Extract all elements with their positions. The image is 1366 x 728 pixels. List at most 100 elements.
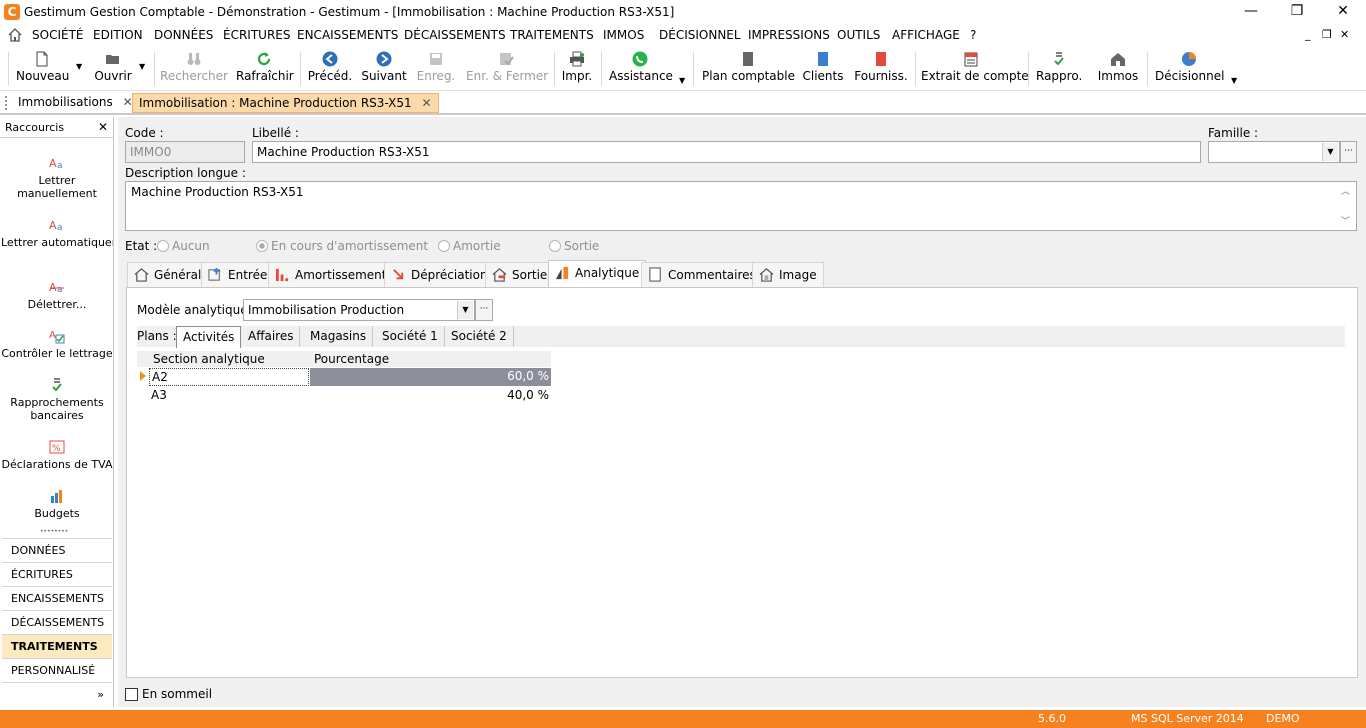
open-folder-icon [106, 55, 119, 64]
mdi-restore-button[interactable]: ❐ [1322, 28, 1332, 41]
tab-entree[interactable]: Entrée [201, 262, 275, 287]
tab-general[interactable]: Général [127, 262, 209, 287]
plan-tab-magasins[interactable]: Magasins [304, 326, 374, 347]
grid-header-section[interactable]: Section analytique [153, 352, 265, 366]
scroll-down-icon[interactable]: ﹀ [1341, 214, 1350, 227]
nav-ecritures[interactable]: ÉCRITURES [2, 562, 112, 586]
famille-select[interactable] [1208, 141, 1340, 163]
close-window-button[interactable]: ✕ [1320, 0, 1366, 24]
tab-amortissement[interactable]: Amortissement [268, 262, 394, 287]
shortcut-declarations-tva[interactable]: % Déclarations de TVA [0, 439, 114, 471]
suivant-button[interactable]: Suivant [361, 48, 407, 90]
menu-help[interactable]: ? [970, 28, 976, 42]
cell-pourcentage[interactable]: 40,0 % [310, 388, 551, 402]
mdi-close-button[interactable]: ✕ [1340, 28, 1349, 41]
menu-traitements[interactable]: TRAITEMENTS [510, 28, 594, 42]
enregistrer-fermer-button[interactable]: Enr. & Fermer [466, 48, 548, 90]
maximize-button[interactable]: ❐ [1274, 0, 1320, 24]
plan-comptable-button[interactable]: Plan comptable [702, 48, 795, 90]
sidebar-close-icon[interactable]: ✕ [98, 120, 108, 134]
tab-immobilisation-machine[interactable]: Immobilisation : Machine Production RS3-… [132, 93, 439, 113]
menu-societe[interactable]: SOCIÉTÉ [32, 28, 83, 42]
nav-decaissements[interactable]: DÉCAISSEMENTS [2, 610, 112, 634]
menu-impressions[interactable]: IMPRESSIONS [748, 28, 830, 42]
code-field[interactable]: IMMO0 [125, 141, 245, 163]
nouveau-dropdown-icon[interactable]: ▼ [76, 62, 82, 71]
tab-analytique[interactable]: Analytique [548, 260, 647, 288]
ouvrir-button[interactable]: Ouvrir [90, 48, 136, 90]
tab-depreciation[interactable]: Dépréciation [384, 262, 495, 287]
arrow-right-icon [376, 51, 392, 67]
fournisseurs-button[interactable]: Fourniss. [853, 48, 909, 90]
ouvrir-dropdown-icon[interactable]: ▼ [139, 62, 145, 71]
rapprochement-button[interactable]: Rappro. [1036, 48, 1082, 90]
famille-browse-button[interactable]: ··· [1340, 141, 1357, 163]
mdi-minimize-button[interactable]: _ [1305, 28, 1311, 41]
plan-tab-societe2[interactable]: Société 2 [445, 326, 514, 347]
svg-text:A: A [49, 157, 57, 170]
minimize-button[interactable]: — [1228, 0, 1274, 24]
enregistrer-button[interactable]: Enreg. [416, 48, 456, 90]
rechercher-button[interactable]: Rechercher [160, 48, 228, 90]
plan-tab-affaires[interactable]: Affaires [242, 326, 301, 347]
tab-sortie[interactable]: Sortie [485, 262, 555, 287]
nav-personnalise[interactable]: PERSONNALISÉ [2, 658, 112, 682]
menu-outils[interactable]: OUTILS [837, 28, 880, 42]
tab-image[interactable]: Image [752, 262, 824, 287]
menu-donnees[interactable]: DONNÉES [154, 28, 213, 42]
menu-decaissements[interactable]: DÉCAISSEMENTS [404, 28, 506, 42]
svg-text:a: a [57, 223, 63, 233]
menu-affichage[interactable]: AFFICHAGE [892, 28, 960, 42]
new-document-icon [36, 51, 48, 67]
en-sommeil-checkbox[interactable] [125, 688, 138, 701]
clients-button[interactable]: Clients [801, 48, 845, 90]
modele-dropdown-icon[interactable]: ▼ [457, 301, 473, 319]
nav-donnees[interactable]: DONNÉES [2, 538, 112, 562]
cell-section[interactable]: A2 [149, 368, 309, 386]
cell-pourcentage[interactable]: 60,0 % [310, 368, 551, 386]
sidebar-more-dots[interactable]: •••••••• [40, 528, 68, 535]
tab-commentaires[interactable]: Commentaires [641, 262, 763, 287]
modele-browse-button[interactable]: ··· [475, 299, 493, 321]
etat-radio-amortie[interactable]: Amortie [438, 239, 501, 253]
menu-decisionnel[interactable]: DÉCISIONNEL [659, 28, 741, 42]
etat-radio-en-cours[interactable]: En cours d'amortissement [256, 239, 428, 253]
menu-edition[interactable]: EDITION [93, 28, 143, 42]
menu-encaissements[interactable]: ENCAISSEMENTS [297, 28, 398, 42]
etat-radio-aucun[interactable]: Aucun [157, 239, 210, 253]
nouveau-button[interactable]: Nouveau [16, 48, 69, 90]
nav-encaissements[interactable]: ENCAISSEMENTS [2, 586, 112, 610]
scroll-up-icon[interactable]: ︿ [1341, 184, 1350, 197]
shortcut-lettrer-manuellement[interactable]: Aa Lettrer manuellement [0, 155, 114, 200]
description-textarea[interactable]: Machine Production RS3-X51 [125, 181, 1357, 231]
menu-immos[interactable]: IMMOS [603, 28, 644, 42]
menu-ecritures[interactable]: ÉCRITURES [223, 28, 291, 42]
shortcut-rapprochements[interactable]: Rapprochements bancaires [0, 377, 114, 422]
libelle-field[interactable]: Machine Production RS3-X51 [252, 141, 1201, 163]
plan-tab-activites[interactable]: Activités [176, 326, 242, 348]
immos-button[interactable]: Immos [1096, 48, 1140, 90]
nav-expand-icon[interactable]: » [2, 682, 112, 706]
imprimer-button[interactable]: Impr. [560, 48, 594, 90]
nav-traitements[interactable]: TRAITEMENTS [2, 634, 112, 658]
etat-radio-sortie[interactable]: Sortie [549, 239, 599, 253]
shortcut-lettrer-automatiquement[interactable]: Aa Lettrer automatiquement... [0, 217, 114, 249]
shortcut-budgets[interactable]: Budgets [0, 488, 114, 520]
assistance-button[interactable]: Assistance [609, 48, 673, 90]
cell-section[interactable]: A3 [151, 388, 167, 402]
home-icon[interactable] [8, 28, 22, 42]
assistance-dropdown-icon[interactable]: ▼ [679, 76, 685, 85]
famille-dropdown-icon[interactable]: ▼ [1322, 143, 1338, 161]
plan-tab-societe1[interactable]: Société 1 [376, 326, 445, 347]
grid-header-pourcentage[interactable]: Pourcentage [314, 352, 389, 366]
extrait-compte-button[interactable]: Extrait de compte [921, 48, 1029, 90]
shortcut-delettrer[interactable]: Aa Délettrer... [0, 279, 114, 311]
modele-analytique-select[interactable]: Immobilisation Production [243, 299, 475, 321]
rafraichir-button[interactable]: Rafraîchir [236, 48, 294, 90]
shortcut-controler-lettrage[interactable]: A Contrôler le lettrage [0, 328, 114, 360]
decisionnel-button[interactable]: Décisionnel [1155, 48, 1224, 90]
close-tab-icon[interactable]: ✕ [422, 96, 432, 110]
precedent-button[interactable]: Précéd. [307, 48, 353, 90]
toolbar-more-icon[interactable]: ▼ [1231, 76, 1237, 85]
tab-immobilisations[interactable]: Immobilisations ✕ [12, 93, 139, 113]
